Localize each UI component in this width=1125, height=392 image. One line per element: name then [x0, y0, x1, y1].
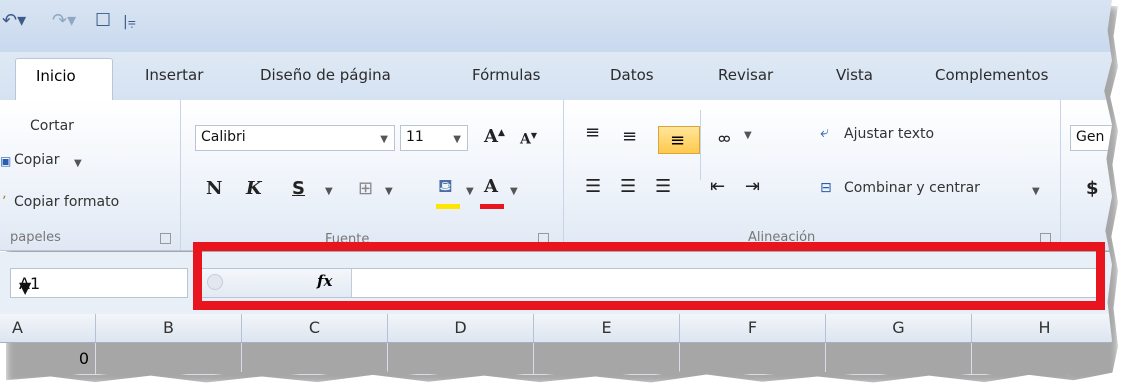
new-document-icon[interactable]: ☐	[95, 10, 111, 31]
font-size-value: 11	[406, 129, 424, 145]
tab-revisar[interactable]: Revisar	[718, 66, 773, 84]
align-right-icon[interactable]: ☰	[655, 176, 671, 197]
align-top-icon[interactable]: ≡	[585, 122, 600, 143]
cell-a1[interactable]: 0	[0, 343, 96, 375]
excel-window: ↶▾ ↷▾ ☐ |⩦ Inicio Insertar Diseño de pág…	[0, 0, 1125, 392]
copy-button[interactable]: Copiar	[14, 152, 59, 168]
tab-vista[interactable]: Vista	[836, 66, 873, 84]
column-header-e[interactable]: E	[534, 314, 680, 342]
quick-access-toolbar: ↶▾ ↷▾ ☐ |⩦	[0, 0, 1112, 52]
number-format-value: Gen	[1076, 129, 1105, 145]
font-size-combo[interactable]: 11 ▼	[400, 125, 468, 151]
borders-dropdown-icon[interactable]: ▼	[385, 186, 393, 197]
font-name-combo[interactable]: Calibri ▼	[195, 125, 395, 151]
align-bottom-button[interactable]: ≡	[658, 126, 700, 154]
group-divider	[1060, 100, 1061, 250]
fill-color-icon[interactable]: ⛾	[438, 176, 453, 200]
column-header-c[interactable]: C	[242, 314, 388, 342]
redo-icon[interactable]: ↷▾	[52, 10, 76, 31]
table-row: 0	[0, 343, 1112, 375]
fill-color-swatch	[436, 204, 460, 209]
customize-qat-icon[interactable]: |⩦	[123, 14, 136, 30]
cell-e1[interactable]	[534, 343, 680, 375]
column-header-b[interactable]: B	[96, 314, 242, 342]
currency-button[interactable]: $	[1086, 178, 1099, 199]
tab-formulas[interactable]: Fórmulas	[472, 66, 540, 84]
fill-color-dropdown-icon[interactable]: ▼	[466, 186, 474, 197]
tab-insertar[interactable]: Insertar	[145, 66, 203, 84]
copy-dropdown-icon[interactable]: ▼	[74, 158, 82, 169]
shrink-font-icon[interactable]: A▼	[520, 130, 537, 148]
screenshot-sheet: ↶▾ ↷▾ ☐ |⩦ Inicio Insertar Diseño de pág…	[0, 0, 1112, 376]
tab-label: Inicio	[36, 67, 76, 85]
group-divider	[180, 100, 181, 250]
underline-button[interactable]: S	[292, 178, 305, 199]
font-color-icon[interactable]: A	[484, 176, 498, 197]
wrap-text-button[interactable]: Ajustar texto	[844, 126, 934, 142]
align-center-icon[interactable]: ☰	[620, 176, 636, 197]
name-box-dropdown-icon[interactable]: ▼	[19, 278, 183, 297]
align-left-icon[interactable]: ☰	[585, 176, 601, 197]
orientation-dropdown-icon[interactable]: ▼	[744, 130, 752, 141]
ribbon-tabs: Inicio Insertar Diseño de página Fórmula…	[0, 52, 1112, 101]
wrap-text-icon: ⤶	[820, 122, 829, 141]
column-header-g[interactable]: G	[826, 314, 972, 342]
align-middle-icon[interactable]: ≡	[622, 126, 637, 147]
bold-button[interactable]: N	[206, 178, 222, 199]
tab-datos[interactable]: Datos	[610, 66, 654, 84]
borders-icon[interactable]: ⊞	[358, 178, 373, 199]
grow-font-icon[interactable]: A▲	[484, 126, 505, 147]
number-format-combo[interactable]: Gen	[1070, 125, 1112, 151]
font-name-value: Calibri	[201, 129, 246, 145]
column-header-f[interactable]: F	[680, 314, 826, 342]
column-header-h[interactable]: H	[972, 314, 1112, 342]
merge-center-icon: ⊟	[820, 180, 832, 196]
font-name-dropdown-icon[interactable]: ▼	[380, 134, 388, 145]
underline-dropdown-icon[interactable]: ▼	[325, 186, 333, 197]
cut-button[interactable]: Cortar	[30, 118, 74, 134]
orientation-icon[interactable]: ᢁ	[718, 122, 731, 150]
format-painter-icon: ʼ	[2, 194, 7, 210]
group-divider	[563, 100, 564, 250]
undo-icon[interactable]: ↶▾	[2, 10, 26, 31]
cell-g1[interactable]	[826, 343, 972, 375]
decrease-indent-icon[interactable]: ⇤	[710, 176, 725, 197]
italic-button[interactable]: K	[246, 178, 262, 199]
column-header-d[interactable]: D	[388, 314, 534, 342]
cell-b1[interactable]	[96, 343, 242, 375]
align-bottom-icon: ≡	[670, 130, 686, 151]
font-color-swatch	[480, 204, 504, 209]
inner-divider	[700, 110, 701, 180]
increase-indent-icon[interactable]: ⇥	[745, 176, 760, 197]
clipboard-group-label: papeles	[10, 230, 61, 245]
cell-d1[interactable]	[388, 343, 534, 375]
tab-complementos[interactable]: Complementos	[935, 66, 1048, 84]
tab-diseno-de-pagina[interactable]: Diseño de página	[260, 66, 391, 84]
highlight-box	[193, 242, 1105, 310]
ribbon-home: Cortar ▣ Copiar ▼ ʼ Copiar formato papel…	[0, 100, 1112, 251]
clipboard-launcher-icon[interactable]	[160, 233, 171, 244]
merge-center-button[interactable]: Combinar y centrar	[844, 180, 980, 196]
merge-dropdown-icon[interactable]: ▼	[1032, 186, 1040, 197]
name-box[interactable]: A1 ▼	[10, 268, 188, 298]
column-headers: A B C D E F G H	[0, 314, 1112, 343]
column-header-a[interactable]: A	[0, 314, 96, 342]
copy-icon: ▣	[0, 154, 12, 168]
tab-inicio[interactable]: Inicio	[15, 58, 113, 101]
format-painter-button[interactable]: Copiar formato	[14, 194, 119, 210]
font-color-dropdown-icon[interactable]: ▼	[510, 186, 518, 197]
font-size-dropdown-icon[interactable]: ▼	[453, 134, 461, 145]
